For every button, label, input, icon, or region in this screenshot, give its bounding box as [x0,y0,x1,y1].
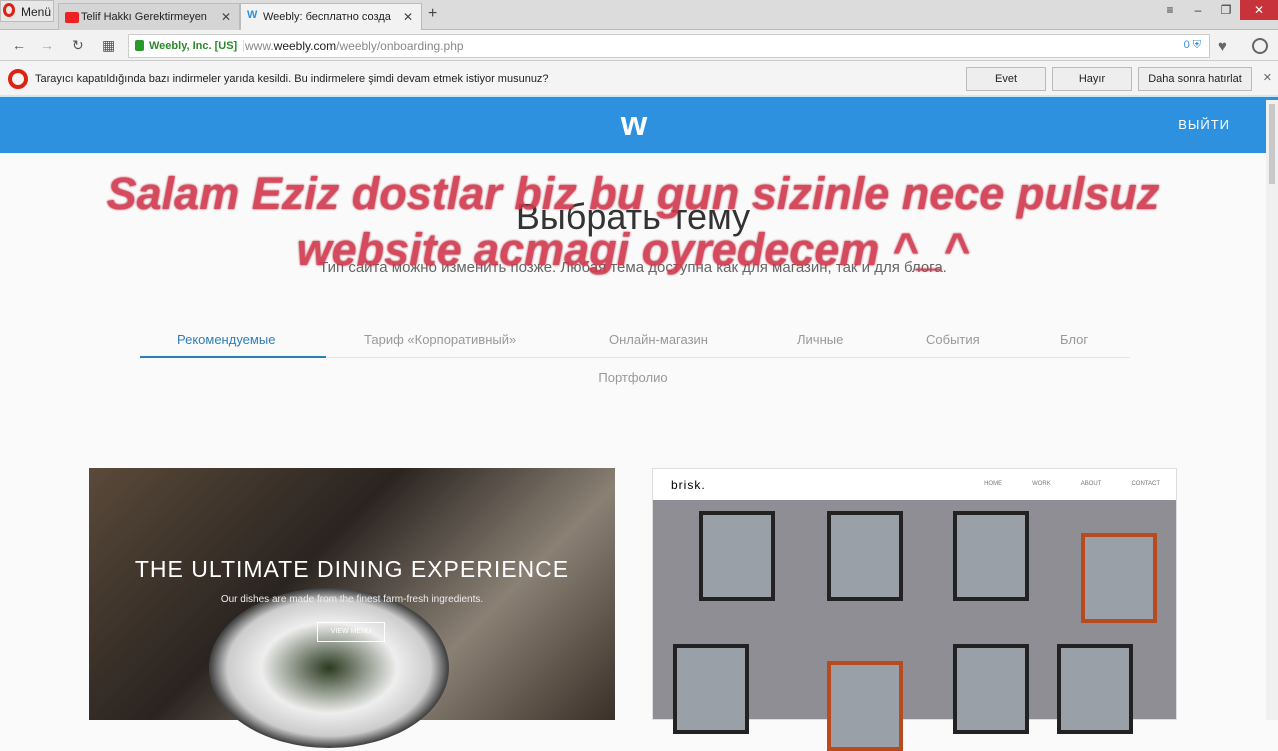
close-window-button[interactable]: ✕ [1240,0,1278,20]
tab-title: Telif Hakkı Gerektirmeyen [81,11,207,23]
close-notification-icon[interactable]: ✕ [1263,71,1272,84]
forward-button[interactable]: → [40,37,54,53]
close-tab-icon[interactable]: ✕ [403,10,413,24]
heart-icon[interactable]: ♥ [1218,38,1227,55]
category-tabs: Рекомендуемые Тариф «Корпоративный» Онла… [140,322,1130,358]
building-window [953,644,1029,734]
building-window [673,644,749,734]
new-tab-button[interactable]: + [428,5,437,23]
tab-weebly[interactable]: W Weebly: бесплатно созда ✕ [240,3,422,30]
theme-nav-item: HOME [984,481,1003,487]
opera-logo-icon [3,3,15,17]
certificate-label[interactable]: Weebly, Inc. [US] [149,40,245,52]
close-tab-icon[interactable]: ✕ [221,10,231,24]
back-button[interactable]: ← [12,37,26,53]
building-window [699,511,775,601]
theme-nav-item: CONTACT [1131,481,1160,487]
tab-online-store[interactable]: Онлайн-магазин [609,332,708,347]
theme-brand: brisk. [671,478,706,492]
tab-title: Weebly: бесплатно созда [263,11,391,23]
download-notification-bar: Tarayıcı kapatıldığında bazı indirmeler … [0,61,1278,97]
theme-nav-item: WORK [1032,481,1051,487]
notification-message: Tarayıcı kapatıldığında bazı indirmeler … [35,73,549,85]
building-window [1081,533,1157,623]
building-window [1057,644,1133,734]
tab-business[interactable]: Тариф «Корпоративный» [364,332,516,347]
adblock-shield-icon[interactable]: 0 ⛨ [1184,39,1201,52]
weebly-logo[interactable]: w [614,107,654,143]
weebly-header: w ВЫЙТИ [0,97,1278,153]
lock-icon [135,40,144,51]
theme-tagline: Our dishes are made from the finest farm… [220,594,484,605]
building-window [827,661,903,751]
food-plate-image [209,588,449,748]
yes-button[interactable]: Evet [966,67,1046,91]
active-tab-indicator [140,356,326,358]
video-overlay-caption: Salam Eziz dostlar biz bu gun sizinle ne… [106,168,1160,219]
download-icon[interactable] [1252,38,1268,54]
video-overlay-caption: website acmagi oyredecem ^_^ [296,224,970,275]
building-window [827,511,903,601]
tab-personal[interactable]: Личные [797,332,843,347]
youtube-icon [65,12,79,23]
tab-events[interactable]: События [926,332,980,347]
theme-card-brisk[interactable]: brisk. HOME WORK ABOUT CONTACT [652,468,1177,751]
tab-menu-icon[interactable]: ≡ [1156,0,1184,20]
tab-portfolio[interactable]: Портфолио [0,370,1266,385]
no-button[interactable]: Hayır [1052,67,1132,91]
theme-headline: THE ULTIMATE DINING EXPERIENCE [134,556,570,582]
scrollbar[interactable] [1266,100,1278,720]
opera-menu-button[interactable]: Menü [0,0,54,22]
tab-bar: Menü Telif Hakkı Gerektirmeyen ✕ W Weebly:… [0,0,1278,30]
tab-blog[interactable]: Блог [1060,332,1088,347]
weebly-icon: W [247,9,258,21]
opera-logo-icon [8,69,28,89]
view-menu-button: VIEW MENU [317,622,385,642]
remind-later-button[interactable]: Daha sonra hatırlat [1138,67,1252,91]
address-bar: ← → ↻ ▦ Weebly, Inc. [US] www.weebly.com… [0,30,1278,61]
tab-recommended[interactable]: Рекомендуемые [177,332,275,347]
reload-button[interactable]: ↻ [72,37,84,54]
tab-youtube[interactable]: Telif Hakkı Gerektirmeyen ✕ [58,3,240,30]
logout-link[interactable]: ВЫЙТИ [1178,117,1230,132]
url-text: www.weebly.com/weebly/onboarding.php [245,39,464,53]
url-input[interactable]: Weebly, Inc. [US] www.weebly.com/weebly/… [128,34,1210,58]
theme-card-dining[interactable]: THE ULTIMATE DINING EXPERIENCE Our dishe… [89,468,615,748]
theme-nav-item: ABOUT [1080,481,1102,487]
menu-label: Menü [21,5,52,19]
minimize-button[interactable]: – [1184,0,1212,20]
speed-dial-icon[interactable]: ▦ [102,37,115,54]
maximize-button[interactable]: ❐ [1212,0,1240,20]
building-window [953,511,1029,601]
